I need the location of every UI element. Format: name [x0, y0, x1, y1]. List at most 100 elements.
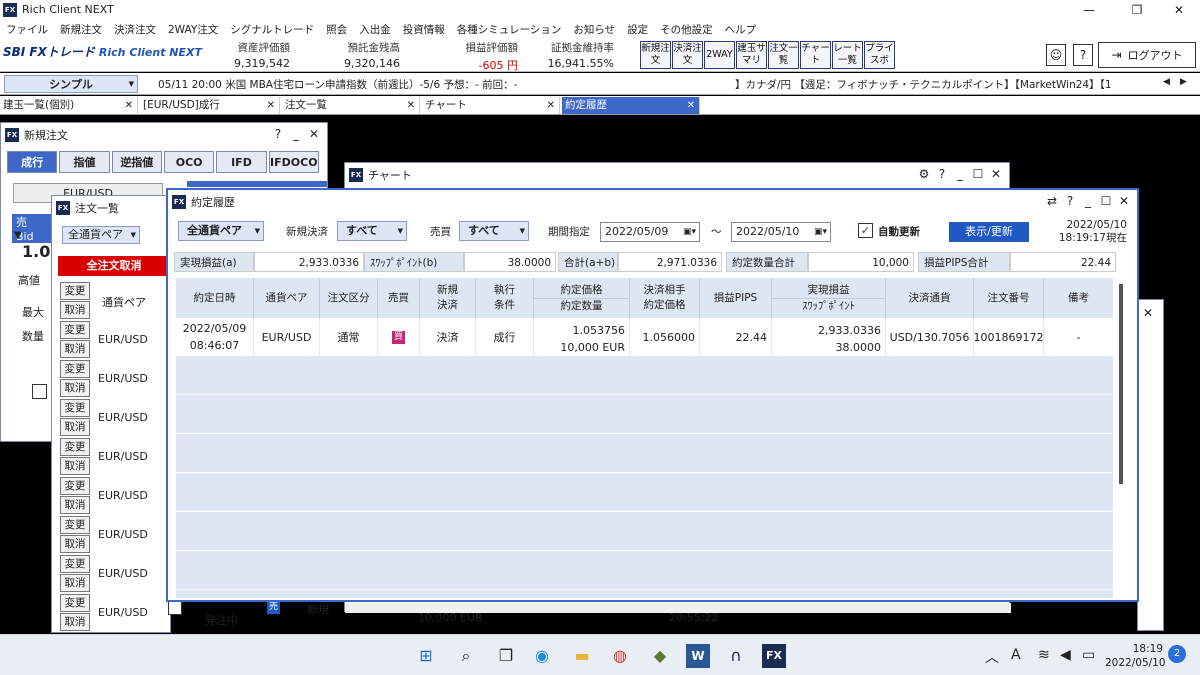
col-order-type[interactable]: 注文区分	[320, 278, 378, 318]
notification-badge[interactable]: 2	[1168, 645, 1186, 663]
col-settle-currency[interactable]: 決済通貨	[886, 278, 974, 318]
battery-icon[interactable]: ▭	[1082, 647, 1095, 663]
tab-ifdoco[interactable]: IFDOCO	[268, 151, 319, 173]
help-icon[interactable]: ?	[1073, 44, 1093, 66]
cancel-order-button[interactable]: 取消	[60, 340, 90, 358]
calendar-icon[interactable]: ▣▾	[683, 223, 696, 241]
minimize-icon[interactable]: _	[1079, 194, 1097, 208]
table-row[interactable]: 2022/05/09 08:46:07 EUR/USD 通常 買 決済 成行 1.…	[176, 318, 1113, 356]
fx-app-icon[interactable]: FX	[762, 644, 786, 668]
expand-icon[interactable]: ▼	[14, 230, 22, 241]
menu-simulation[interactable]: 各種シミュレーション	[457, 22, 562, 37]
close-icon[interactable]: ✕	[987, 167, 1005, 181]
tab-close-icon[interactable]: ✕	[687, 97, 695, 114]
side-select[interactable]: すべて ▼	[459, 221, 529, 241]
logout-button[interactable]: ⇥ ログアウト	[1098, 42, 1196, 68]
col-order-number[interactable]: 注文番号	[974, 278, 1044, 318]
col-new-close[interactable]: 新規 決済	[420, 278, 476, 318]
cancel-order-button[interactable]: 取消	[60, 457, 90, 475]
cancel-order-button[interactable]: 取消	[60, 535, 90, 553]
new-close-select[interactable]: すべて ▼	[337, 221, 407, 241]
edit-order-button[interactable]: 変更	[60, 360, 90, 378]
col-side[interactable]: 売買	[378, 278, 420, 318]
vertical-scrollbar[interactable]	[1119, 284, 1123, 484]
cancel-order-button[interactable]: 取消	[60, 613, 90, 631]
chrome-icon[interactable]: ◍	[608, 644, 632, 668]
edit-order-button[interactable]: 変更	[60, 516, 90, 534]
menu-other-settings[interactable]: その他設定	[660, 22, 713, 37]
minimize-button[interactable]: —	[1073, 1, 1105, 19]
minimize-icon[interactable]: _	[287, 127, 305, 141]
maximize-button[interactable]: ❐	[1121, 1, 1153, 19]
news-ticker[interactable]: 05/11 20:00 米国 MBA住宅ローン申請指数（前週比）-5/6 予想：…	[158, 77, 713, 92]
app-icon[interactable]: ◆	[648, 644, 672, 668]
maximize-icon[interactable]: ☐	[1097, 194, 1115, 208]
tab-close-icon[interactable]: ✕	[547, 97, 555, 114]
option-checkbox[interactable]	[32, 384, 47, 399]
ticker-next-icon[interactable]: ▶	[1180, 77, 1187, 87]
col-exec-price-qty[interactable]: 約定価格 約定数量	[534, 278, 630, 318]
ticker-prev-icon[interactable]: ◀	[1163, 77, 1170, 87]
close-icon[interactable]: ✕	[305, 127, 323, 141]
col-realized-swap[interactable]: 実現損益 ｽﾜｯﾌﾟﾎﾟｲﾝﾄ	[772, 278, 886, 318]
help-icon[interactable]: ?	[933, 167, 951, 181]
quick-rate-list-button[interactable]: レート一覧	[832, 41, 863, 69]
ime-indicator[interactable]: A	[1011, 647, 1021, 663]
date-to-input[interactable]: 2022/05/10 ▣▾	[731, 222, 831, 242]
quick-position-summary-button[interactable]: 建玉サマリ	[736, 41, 767, 69]
close-icon[interactable]: ✕	[1143, 306, 1153, 320]
help-icon[interactable]: ?	[1061, 194, 1079, 208]
edit-order-button[interactable]: 変更	[60, 438, 90, 456]
minimize-icon[interactable]: _	[951, 167, 969, 181]
tray-up-icon[interactable]: ︿	[985, 647, 999, 667]
menu-info[interactable]: 投資情報	[403, 22, 445, 37]
tab-close-icon[interactable]: ✕	[407, 97, 415, 114]
tab-stop[interactable]: 逆指値	[111, 151, 162, 173]
search-icon[interactable]: ⌕	[454, 644, 478, 668]
tab-ifd[interactable]: IFD	[216, 151, 267, 173]
calendar-icon[interactable]: ▣▾	[814, 223, 827, 241]
col-counter-price[interactable]: 決済相手 約定価格	[630, 278, 700, 318]
edit-order-button[interactable]: 変更	[60, 555, 90, 573]
tab-execution-history[interactable]: 約定履歴 ✕	[562, 97, 700, 114]
tab-limit[interactable]: 指値	[59, 151, 110, 173]
pair-filter-select[interactable]: 全通貨ペア ▼	[178, 221, 264, 241]
quick-2way-button[interactable]: 2WAY	[704, 41, 735, 69]
maximize-icon[interactable]: ☐	[969, 167, 987, 181]
volume-icon[interactable]: ◀︎	[1060, 647, 1071, 663]
wifi-icon[interactable]: ≋	[1038, 647, 1050, 663]
display-mode-select[interactable]: シンプル ▼	[4, 75, 138, 93]
menu-signal[interactable]: シグナルトレード	[230, 22, 314, 37]
tab-chart[interactable]: チャート ✕	[422, 97, 560, 114]
col-exec-condition[interactable]: 執行 条件	[476, 278, 534, 318]
help-icon[interactable]: ?	[269, 127, 287, 141]
tab-positions[interactable]: 建玉一覧(個別) ✕	[0, 97, 138, 114]
tab-market-order[interactable]: [EUR/USD]成行 ✕	[140, 97, 280, 114]
refresh-button[interactable]: 表示/更新	[949, 222, 1029, 242]
quick-order-list-button[interactable]: 注文一覧	[768, 41, 799, 69]
auto-update-checkbox[interactable]: ✓	[858, 223, 873, 238]
order-list-titlebar[interactable]: FX 注文一覧	[52, 196, 170, 220]
tab-market[interactable]: 成行	[7, 151, 58, 173]
cancel-order-button[interactable]: 取消	[60, 379, 90, 397]
quick-price-board-button[interactable]: プライスボ	[864, 41, 895, 69]
edit-order-button[interactable]: 変更	[60, 477, 90, 495]
tab-close-icon[interactable]: ✕	[267, 97, 275, 114]
menu-deposit[interactable]: 入出金	[359, 22, 391, 37]
menu-help[interactable]: ヘルプ	[725, 22, 757, 37]
edit-order-button[interactable]: 変更	[60, 594, 90, 612]
rate-ticker[interactable]: 】カナダ/円 【週足：フィボナッチ・テクニカルポイント】【MarketWin24…	[735, 77, 1155, 92]
tab-close-icon[interactable]: ✕	[125, 97, 133, 114]
menu-new-order[interactable]: 新規注文	[60, 22, 102, 37]
close-button[interactable]: ✕	[1163, 1, 1195, 19]
menu-settings[interactable]: 設定	[627, 22, 648, 37]
edge-icon[interactable]: ◉	[530, 644, 554, 668]
settings-icon[interactable]: ⚙	[915, 167, 933, 181]
quick-new-order-button[interactable]: 新規注文	[640, 41, 671, 69]
menu-file[interactable]: ファイル	[6, 22, 48, 37]
date-from-input[interactable]: 2022/05/09 ▣▾	[600, 222, 700, 242]
system-clock[interactable]: 18:19 2022/05/10	[1105, 642, 1166, 670]
execution-history-titlebar[interactable]: FX 約定履歴 ⇄ ? _ ☐ ✕	[168, 190, 1137, 214]
export-icon[interactable]: ⇄	[1043, 194, 1061, 208]
edit-order-button[interactable]: 変更	[60, 399, 90, 417]
